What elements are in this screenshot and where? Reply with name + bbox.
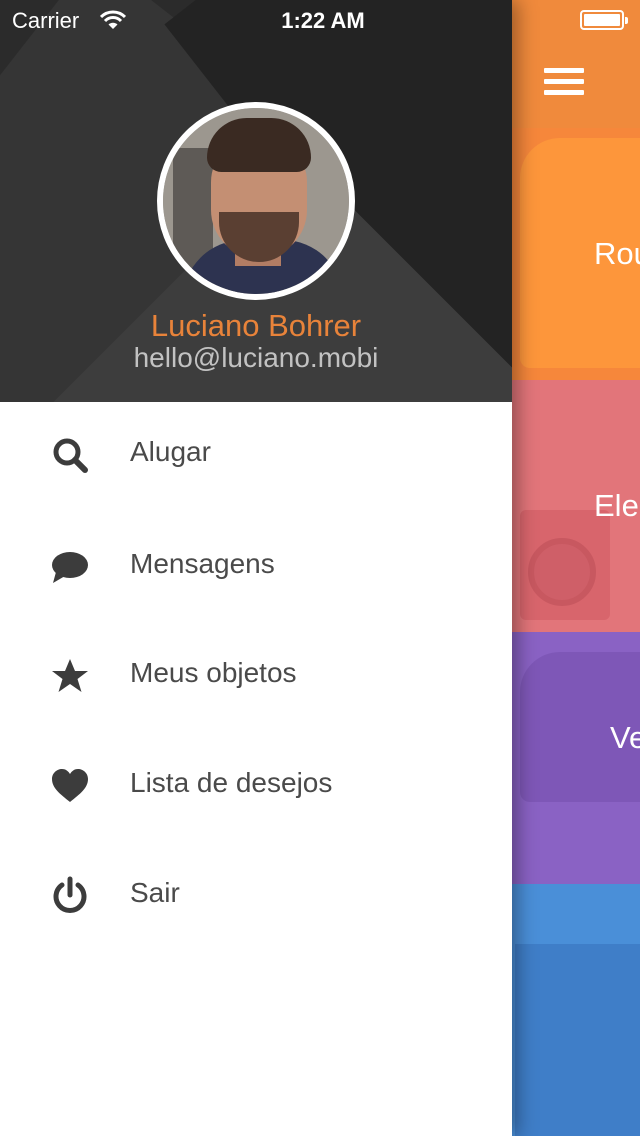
hamburger-menu-icon[interactable] [544, 68, 584, 96]
menu-item-meus-objetos[interactable]: Meus objetos [0, 621, 512, 731]
category-label: Rou [594, 236, 640, 271]
heart-icon [52, 769, 88, 802]
menu-item-label: Meus objetos [130, 657, 297, 688]
menu-item-sair[interactable]: Sair [0, 841, 512, 951]
battery-icon [580, 10, 628, 30]
power-icon [53, 876, 87, 913]
star-icon [52, 659, 88, 692]
profile-name: Luciano Bohrer [150, 308, 362, 343]
menu-item-label: Sair [130, 877, 180, 908]
status-bar: Carrier 1:22 AM [0, 0, 640, 40]
menu-item-alugar[interactable]: Alugar [0, 400, 512, 510]
category-label: Ve [610, 720, 640, 755]
profile-email: hello@luciano.mobi [133, 342, 379, 373]
chat-bubble-icon [52, 552, 88, 583]
menu-item-lista-de-desejos[interactable]: Lista de desejos [0, 731, 512, 841]
building-image [515, 944, 640, 1136]
drawer-header: Luciano Bohrer hello@luciano.mobi [0, 0, 512, 402]
category-label: Ele [594, 488, 639, 523]
side-drawer: Luciano Bohrer hello@luciano.mobi Alugar… [0, 0, 512, 1136]
menu-item-mensagens[interactable]: Mensagens [0, 512, 512, 622]
washing-machine-image [520, 510, 610, 620]
menu-item-label: Alugar [130, 436, 211, 467]
menu-item-label: Lista de desejos [130, 767, 333, 798]
search-icon [53, 438, 88, 473]
clock: 1:22 AM [281, 8, 365, 33]
menu-item-label: Mensagens [130, 548, 275, 579]
avatar[interactable] [157, 102, 355, 300]
